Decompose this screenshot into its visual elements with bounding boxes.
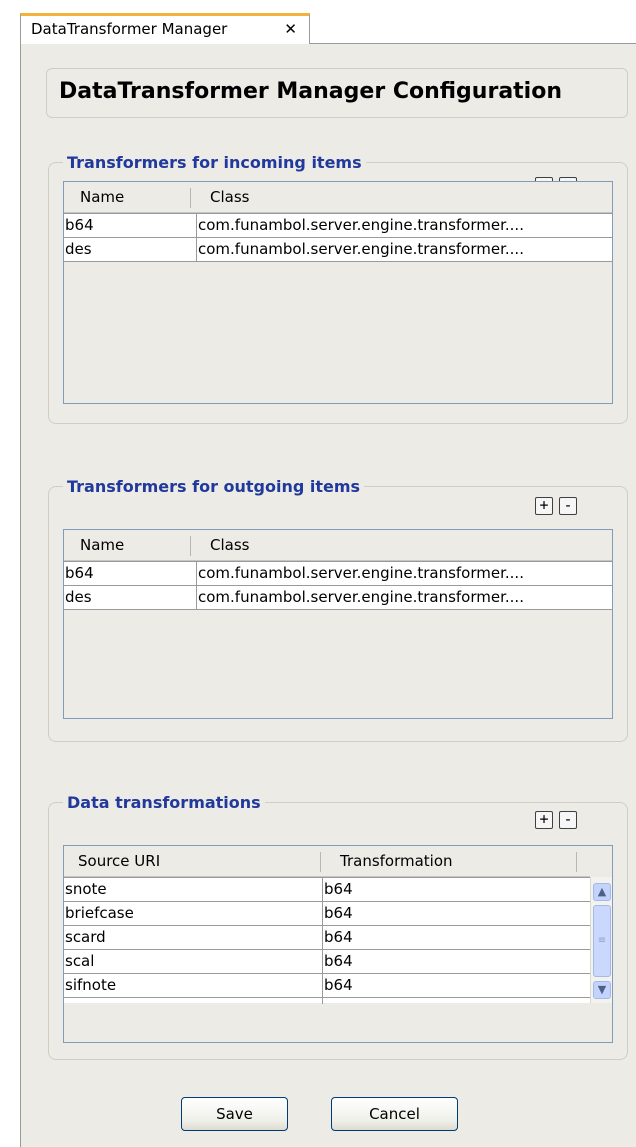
data-transformations-group: Data transformations + - Source URI Tran… [48, 793, 628, 1060]
table-row[interactable]: scal b64 [64, 949, 590, 973]
page-header: DataTransformer Manager Configuration [46, 68, 628, 118]
cell-class: com.funambol.server.engine.transformer..… [196, 586, 612, 609]
cell-name: b64 [65, 216, 94, 234]
column-header-class[interactable]: Class [210, 182, 249, 212]
close-icon[interactable]: ✕ [284, 16, 297, 42]
table-row-partial[interactable] [64, 997, 590, 1004]
table-row[interactable]: des com.funambol.server.engine.transform… [64, 237, 612, 262]
table-row[interactable]: scard b64 [64, 925, 590, 949]
cell-transformation: b64 [322, 902, 590, 925]
cell-transformation: b64 [322, 926, 590, 949]
data-transformations-title: Data transformations [63, 793, 265, 812]
column-separator[interactable] [320, 852, 321, 872]
table-row[interactable]: briefcase b64 [64, 901, 590, 925]
scroll-up-button[interactable]: ▲ [593, 883, 611, 901]
table-row[interactable]: b64 com.funambol.server.engine.transform… [64, 561, 612, 585]
add-transformation-button[interactable]: + [535, 811, 553, 829]
remove-outgoing-button[interactable]: - [559, 497, 577, 515]
table-row[interactable]: sifnote b64 [64, 973, 590, 997]
cancel-button[interactable]: Cancel [331, 1097, 458, 1131]
table-header: Name Class [64, 182, 612, 213]
minus-icon: - [563, 810, 573, 828]
cell-source-uri: scal [65, 952, 95, 970]
vertical-scrollbar[interactable]: ▲ ≡ ▼ [590, 877, 612, 1003]
incoming-transformers-group: Transformers for incoming items + - Name… [48, 153, 628, 424]
cell-name: des [65, 588, 92, 606]
table-row[interactable]: des com.funambol.server.engine.transform… [64, 585, 612, 610]
incoming-transformers-title: Transformers for incoming items [63, 153, 366, 172]
table-header: Name Class [64, 530, 612, 561]
cell-class: com.funambol.server.engine.transformer..… [196, 562, 612, 585]
incoming-transformers-table[interactable]: Name Class b64 com.funambol.server.engin… [63, 181, 613, 404]
cell-class: com.funambol.server.engine.transformer..… [196, 214, 612, 237]
remove-transformation-button[interactable]: - [559, 811, 577, 829]
tab-title: DataTransformer Manager [31, 20, 228, 38]
cell-transformation [322, 998, 590, 1004]
cell-name: des [65, 240, 92, 258]
scroll-down-button[interactable]: ▼ [593, 981, 611, 999]
table-row[interactable]: snote b64 [64, 877, 590, 901]
cell-transformation: b64 [322, 878, 590, 901]
cell-source-uri: sifnote [65, 976, 117, 994]
plus-icon: + [539, 810, 549, 828]
cell-source-uri: snote [65, 880, 107, 898]
data-transformations-table[interactable]: Source URI Transformation snote b64 brie… [63, 845, 613, 1043]
outgoing-transformers-table[interactable]: Name Class b64 com.funambol.server.engin… [63, 529, 613, 719]
column-separator[interactable] [190, 536, 191, 556]
chevron-up-icon: ▲ [597, 885, 607, 898]
column-header-transformation[interactable]: Transformation [340, 846, 453, 876]
minus-icon: - [563, 496, 573, 514]
outgoing-transformers-title: Transformers for outgoing items [63, 477, 365, 496]
tab-strip: DataTransformer Manager ✕ [0, 0, 636, 44]
column-separator[interactable] [576, 852, 577, 872]
cell-source-uri: scard [65, 928, 106, 946]
tab-datatransformer-manager[interactable]: DataTransformer Manager ✕ [20, 13, 310, 44]
outgoing-transformers-group: Transformers for outgoing items + - Name… [48, 477, 628, 742]
page-title: DataTransformer Manager Configuration [59, 79, 562, 104]
cell-source-uri: briefcase [65, 904, 134, 922]
grip-icon: ≡ [597, 935, 607, 946]
column-header-name[interactable]: Name [80, 182, 124, 212]
column-separator[interactable] [190, 188, 191, 208]
cell-transformation: b64 [322, 974, 590, 997]
plus-icon: + [539, 496, 549, 514]
save-button[interactable]: Save [181, 1097, 288, 1131]
table-row[interactable]: b64 com.funambol.server.engine.transform… [64, 213, 612, 237]
cell-class: com.funambol.server.engine.transformer..… [196, 238, 612, 261]
column-header-source-uri[interactable]: Source URI [78, 846, 160, 876]
cell-name: b64 [65, 564, 94, 582]
cell-transformation: b64 [322, 950, 590, 973]
table-header: Source URI Transformation [64, 846, 590, 877]
scroll-thumb[interactable]: ≡ [593, 905, 611, 977]
column-header-class[interactable]: Class [210, 530, 249, 560]
column-header-name[interactable]: Name [80, 530, 124, 560]
chevron-down-icon: ▼ [597, 983, 607, 996]
add-outgoing-button[interactable]: + [535, 497, 553, 515]
